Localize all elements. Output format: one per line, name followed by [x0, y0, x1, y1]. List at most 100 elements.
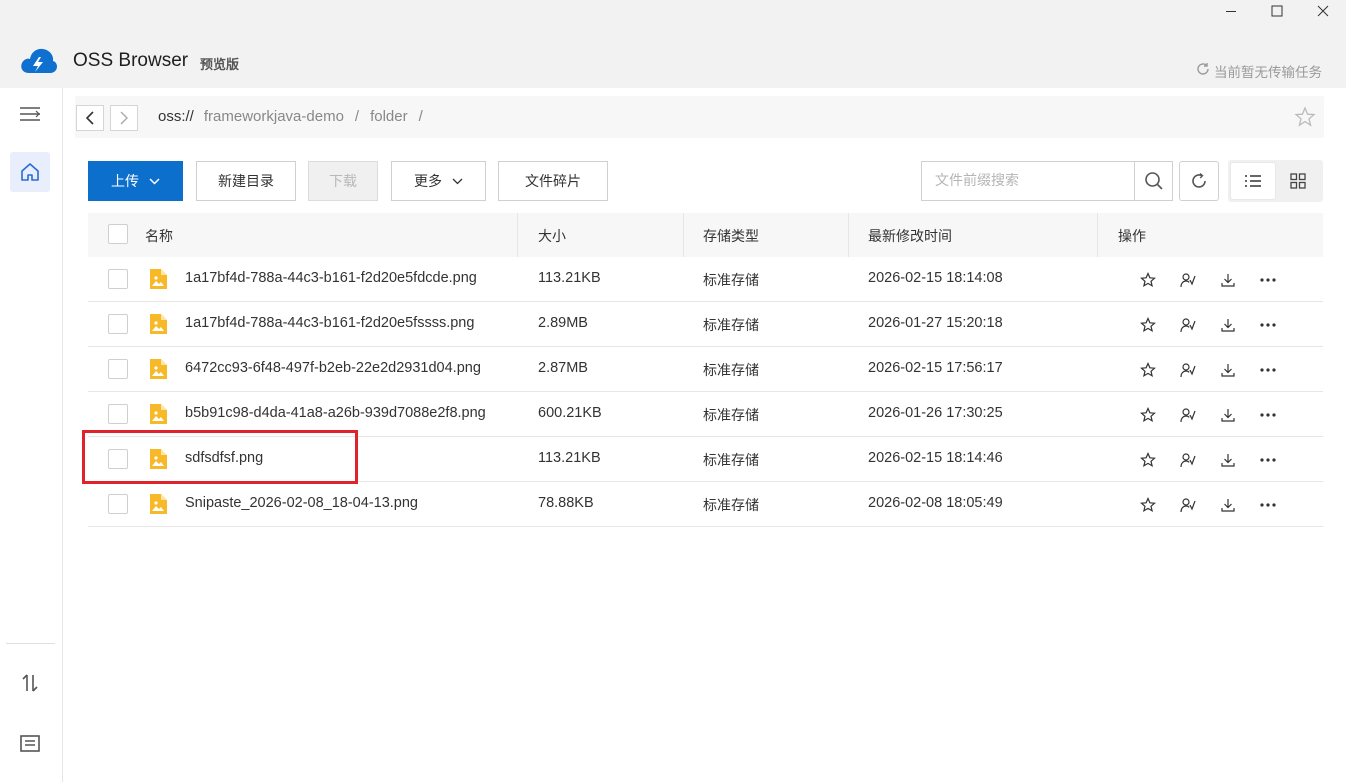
- favorite-button[interactable]: [1128, 314, 1168, 336]
- file-size: 2.87MB: [538, 360, 588, 376]
- more-actions-button[interactable]: [1248, 404, 1288, 426]
- more-icon: [1260, 503, 1276, 507]
- more-actions-button[interactable]: [1248, 449, 1288, 471]
- favorite-button[interactable]: [1128, 494, 1168, 516]
- table-header: 名称 大小 存储类型 最新修改时间 操作: [88, 213, 1323, 257]
- share-button[interactable]: [1168, 404, 1208, 426]
- download-row-button[interactable]: [1208, 404, 1248, 426]
- file-name[interactable]: b5b91c98-d4da-41a8-a26b-939d7088e2f8.png: [185, 405, 486, 421]
- more-actions-button[interactable]: [1248, 269, 1288, 291]
- share-button[interactable]: [1168, 269, 1208, 291]
- share-button[interactable]: [1168, 449, 1208, 471]
- header-name[interactable]: 名称: [145, 226, 173, 246]
- refresh-button[interactable]: [1179, 161, 1219, 201]
- path-scheme: oss://: [158, 108, 194, 125]
- download-icon: [1221, 499, 1235, 512]
- favorite-button[interactable]: [1128, 449, 1168, 471]
- list-view-button[interactable]: [1231, 163, 1275, 199]
- preview-badge: 预览版: [200, 58, 240, 73]
- sidebar-item-home[interactable]: [10, 152, 50, 192]
- download-row-button[interactable]: [1208, 314, 1248, 336]
- sidebar-item-transfer[interactable]: [10, 663, 50, 703]
- favorite-button[interactable]: [1128, 359, 1168, 381]
- close-button[interactable]: [1300, 0, 1346, 22]
- download-row-button[interactable]: [1208, 494, 1248, 516]
- row-checkbox[interactable]: [108, 359, 128, 379]
- header-storage[interactable]: 存储类型: [703, 226, 759, 246]
- breadcrumb[interactable]: oss:// frameworkjava-demo / folder /: [158, 108, 423, 125]
- path-separator: /: [418, 108, 423, 125]
- file-fragments-button[interactable]: 文件碎片: [498, 161, 608, 201]
- share-button[interactable]: [1168, 494, 1208, 516]
- row-checkbox[interactable]: [108, 269, 128, 289]
- chevron-down-icon: [149, 173, 160, 189]
- sidebar-item-messages[interactable]: [10, 724, 50, 764]
- image-file-icon: [148, 358, 168, 384]
- table-row[interactable]: Snipaste_2026-02-08_18-04-13.png 78.88KB…: [88, 482, 1323, 527]
- grid-view-icon: [1290, 173, 1306, 189]
- file-name[interactable]: 1a17bf4d-788a-44c3-b161-f2d20e5fssss.png: [185, 315, 474, 331]
- file-size: 113.21KB: [538, 450, 601, 466]
- bookmark-star-icon[interactable]: [1294, 106, 1316, 132]
- upload-button[interactable]: 上传: [88, 161, 183, 201]
- share-icon: [1180, 453, 1196, 468]
- app-header: OSS Browser 预览版 当前暂无传输任务: [0, 0, 1346, 88]
- select-all-checkbox[interactable]: [108, 224, 128, 244]
- grid-view-button[interactable]: [1276, 163, 1320, 199]
- view-mode-toggle: [1228, 160, 1323, 202]
- chevron-right-icon: [120, 111, 128, 125]
- download-icon: [1221, 274, 1235, 287]
- menu-icon: [20, 107, 40, 121]
- sidebar-divider: [6, 643, 55, 644]
- image-file-icon: [148, 493, 168, 519]
- list-view-icon: [1245, 175, 1261, 187]
- search-button[interactable]: [1134, 162, 1172, 200]
- transfer-status[interactable]: 当前暂无传输任务: [1196, 61, 1322, 81]
- back-button[interactable]: [76, 105, 104, 131]
- refresh-small-icon: [1196, 62, 1210, 80]
- new-directory-button[interactable]: 新建目录: [196, 161, 296, 201]
- more-actions-button[interactable]: [1248, 494, 1288, 516]
- download-icon: [1221, 454, 1235, 467]
- more-actions-button[interactable]: [1248, 359, 1288, 381]
- download-row-button[interactable]: [1208, 449, 1248, 471]
- share-button[interactable]: [1168, 359, 1208, 381]
- header-modified[interactable]: 最新修改时间: [868, 226, 952, 246]
- search-input[interactable]: [922, 162, 1134, 200]
- more-button[interactable]: 更多: [391, 161, 486, 201]
- table-row[interactable]: 1a17bf4d-788a-44c3-b161-f2d20e5fssss.png…: [88, 302, 1323, 347]
- more-actions-button[interactable]: [1248, 314, 1288, 336]
- file-name[interactable]: Snipaste_2026-02-08_18-04-13.png: [185, 495, 418, 511]
- favorite-button[interactable]: [1128, 404, 1168, 426]
- row-checkbox[interactable]: [108, 314, 128, 334]
- path-segment-folder[interactable]: folder: [370, 108, 408, 125]
- storage-type: 标准存储: [703, 408, 759, 424]
- file-name[interactable]: 1a17bf4d-788a-44c3-b161-f2d20e5fdcde.png: [185, 270, 477, 286]
- forward-button[interactable]: [110, 105, 138, 131]
- star-icon: [1140, 317, 1156, 333]
- download-row-button[interactable]: [1208, 269, 1248, 291]
- row-checkbox[interactable]: [108, 494, 128, 514]
- favorite-button[interactable]: [1128, 269, 1168, 291]
- table-row[interactable]: 1a17bf4d-788a-44c3-b161-f2d20e5fdcde.png…: [88, 257, 1323, 302]
- column-divider: [683, 213, 684, 257]
- table-row[interactable]: 6472cc93-6f48-497f-b2eb-22e2d2931d04.png…: [88, 347, 1323, 392]
- maximize-button[interactable]: [1254, 0, 1300, 22]
- header-size[interactable]: 大小: [538, 226, 566, 246]
- star-icon: [1140, 497, 1156, 513]
- row-actions: [1128, 494, 1288, 516]
- minimize-button[interactable]: [1208, 0, 1254, 22]
- share-button[interactable]: [1168, 314, 1208, 336]
- download-button[interactable]: 下载: [308, 161, 378, 201]
- download-row-button[interactable]: [1208, 359, 1248, 381]
- message-icon: [20, 735, 40, 752]
- row-checkbox[interactable]: [108, 404, 128, 424]
- path-segment-bucket[interactable]: frameworkjava-demo: [204, 108, 344, 125]
- menu-toggle-button[interactable]: [10, 94, 50, 134]
- star-icon: [1140, 272, 1156, 288]
- file-name[interactable]: 6472cc93-6f48-497f-b2eb-22e2d2931d04.png: [185, 360, 481, 376]
- storage-type: 标准存储: [703, 318, 759, 334]
- star-icon: [1140, 452, 1156, 468]
- storage-type: 标准存储: [703, 363, 759, 379]
- more-icon: [1260, 368, 1276, 372]
